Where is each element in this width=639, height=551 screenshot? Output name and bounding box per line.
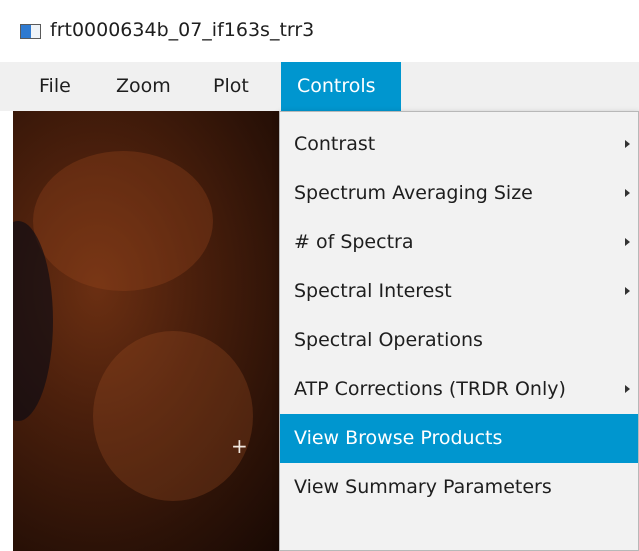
- submenu-arrow-icon: [625, 189, 630, 197]
- menu-item-contrast[interactable]: Contrast: [280, 120, 638, 169]
- menu-item-label: # of Spectra: [294, 231, 414, 253]
- menu-item-label: Spectrum Averaging Size: [294, 182, 533, 204]
- title-bar: frt0000634b_07_if163s_trr3: [0, 0, 639, 62]
- menu-item-atp-corrections[interactable]: ATP Corrections (TRDR Only): [280, 365, 638, 414]
- menu-item-view-summary-parameters[interactable]: View Summary Parameters: [280, 463, 638, 512]
- menu-item-label: Contrast: [294, 133, 376, 155]
- image-texture: [93, 331, 253, 501]
- crosshair-cursor-icon: +: [231, 434, 248, 458]
- menu-file[interactable]: File: [39, 62, 71, 111]
- app-window-icon: [20, 24, 41, 39]
- menu-item-label: Spectral Interest: [294, 280, 452, 302]
- menu-plot[interactable]: Plot: [213, 62, 249, 111]
- window-title: frt0000634b_07_if163s_trr3: [50, 19, 315, 41]
- menu-item-spectral-operations[interactable]: Spectral Operations: [280, 316, 638, 365]
- spectral-image-view[interactable]: +: [13, 111, 293, 551]
- submenu-arrow-icon: [625, 385, 630, 393]
- menu-item-spectrum-averaging-size[interactable]: Spectrum Averaging Size: [280, 169, 638, 218]
- menu-item-view-browse-products[interactable]: View Browse Products: [280, 414, 638, 463]
- menu-zoom[interactable]: Zoom: [116, 62, 171, 111]
- menu-item-label: ATP Corrections (TRDR Only): [294, 378, 566, 400]
- submenu-arrow-icon: [625, 140, 630, 148]
- menu-item-label: Spectral Operations: [294, 329, 483, 351]
- menu-item-number-of-spectra[interactable]: # of Spectra: [280, 218, 638, 267]
- image-texture: [33, 151, 213, 291]
- menu-item-label: View Browse Products: [294, 427, 503, 449]
- controls-dropdown-menu: Contrast Spectrum Averaging Size # of Sp…: [279, 111, 639, 551]
- menu-item-spectral-interest[interactable]: Spectral Interest: [280, 267, 638, 316]
- menu-controls[interactable]: Controls: [281, 62, 401, 111]
- menu-item-label: View Summary Parameters: [294, 476, 552, 498]
- submenu-arrow-icon: [625, 238, 630, 246]
- submenu-arrow-icon: [625, 287, 630, 295]
